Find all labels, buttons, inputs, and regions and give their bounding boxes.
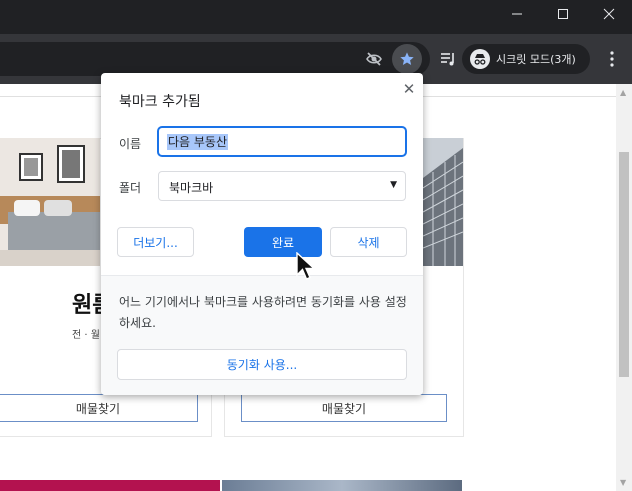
- more-button[interactable]: 더보기...: [117, 227, 194, 257]
- scroll-down-icon[interactable]: ▼: [620, 478, 626, 487]
- maximize-icon[interactable]: [540, 0, 586, 28]
- incognito-icon: [470, 49, 490, 69]
- bookmark-name-value: 다음 부동산: [167, 134, 229, 150]
- close-icon[interactable]: ✕: [399, 79, 419, 99]
- reading-list-icon[interactable]: [436, 47, 460, 71]
- incognito-label: 시크릿 모드(3개): [496, 53, 576, 66]
- promo-banner-image: [222, 480, 462, 491]
- promo-banner-red: [0, 480, 220, 491]
- name-label: 이름: [119, 137, 142, 151]
- folder-label: 폴더: [119, 181, 142, 195]
- card-subtitle: 전 · 월: [72, 330, 100, 341]
- enable-sync-button[interactable]: 동기화 사용...: [117, 349, 407, 380]
- dialog-title: 북마크 추가됨: [119, 94, 201, 110]
- sync-promo-section: 어느 기기에서나 북마크를 사용하려면 동기화를 사용 설정하세요. 동기화 사…: [101, 275, 423, 395]
- folder-select[interactable]: 북마크바 ▼: [158, 171, 406, 201]
- eye-off-icon[interactable]: [362, 47, 386, 71]
- delete-button[interactable]: 삭제: [330, 227, 407, 257]
- bedroom-image: [0, 138, 100, 266]
- scrollbar-thumb[interactable]: [619, 152, 629, 377]
- scroll-up-icon[interactable]: ▲: [620, 88, 626, 97]
- mouse-cursor-icon: [296, 251, 318, 286]
- window-titlebar: [0, 0, 632, 34]
- chevron-down-icon: ▼: [390, 180, 397, 190]
- sync-message: 어느 기기에서나 북마크를 사용하려면 동기화를 사용 설정하세요.: [119, 295, 407, 330]
- close-icon[interactable]: [586, 0, 632, 28]
- bookmark-added-dialog: 북마크 추가됨 ✕ 이름 다음 부동산 폴더 북마크바 ▼ 더보기... 완료 …: [101, 73, 423, 395]
- find-listing-button-right[interactable]: 매물찾기: [241, 394, 447, 422]
- folder-select-value: 북마크바: [169, 181, 214, 195]
- minimize-icon[interactable]: [494, 0, 540, 28]
- incognito-indicator[interactable]: 시크릿 모드(3개): [462, 44, 590, 74]
- bookmark-name-input[interactable]: 다음 부동산: [158, 127, 406, 156]
- star-icon: [400, 52, 414, 65]
- find-listing-button-left[interactable]: 매물찾기: [0, 394, 198, 422]
- kebab-menu-icon[interactable]: [600, 47, 624, 71]
- bookmark-star-button[interactable]: [392, 44, 422, 74]
- building-image: [423, 138, 463, 266]
